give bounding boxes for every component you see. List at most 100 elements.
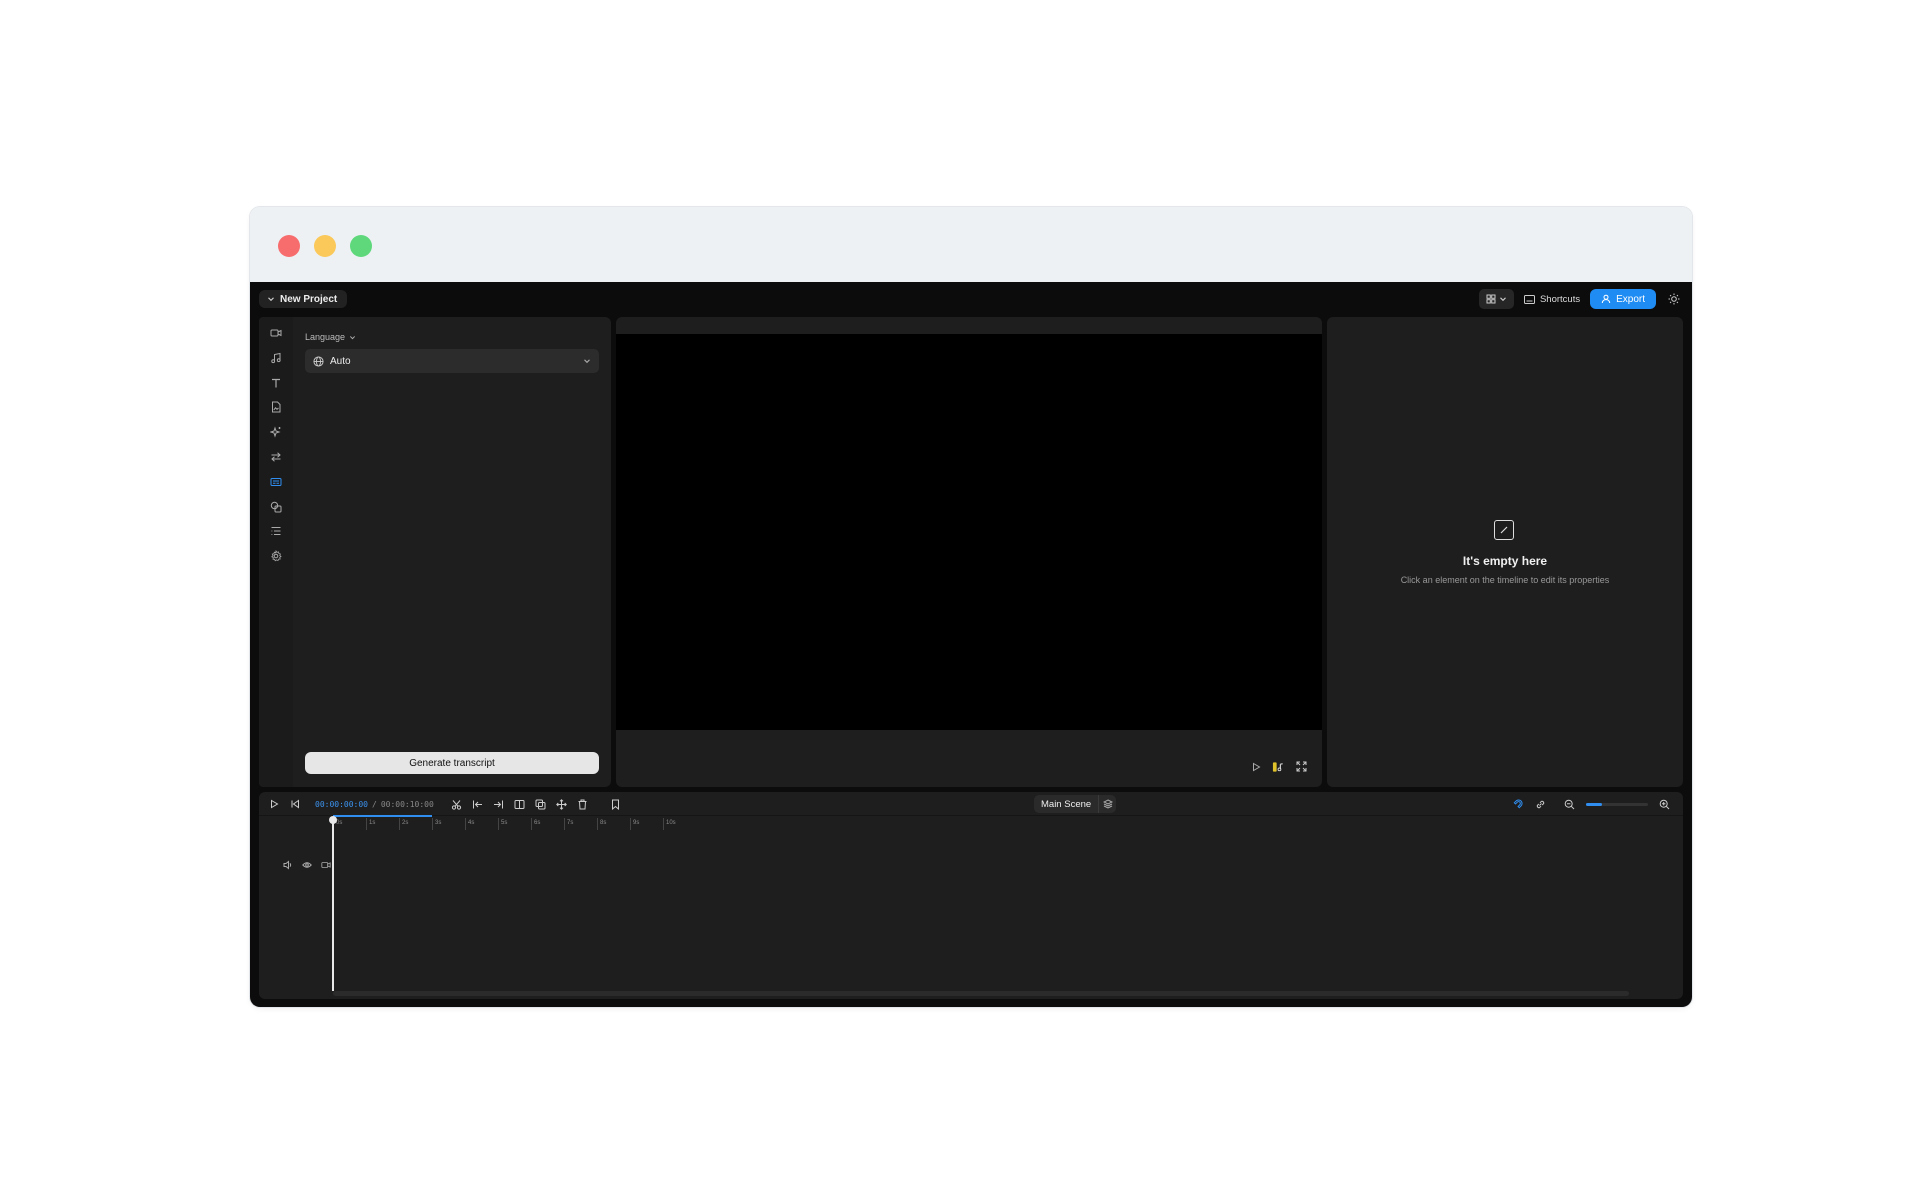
sidebar-item-templates[interactable] bbox=[267, 522, 285, 540]
shapes-icon bbox=[270, 501, 282, 513]
magnet-snap-button[interactable] bbox=[1511, 798, 1524, 811]
sidebar-item-effects[interactable] bbox=[267, 423, 285, 441]
scene-selector[interactable]: Main Scene bbox=[1034, 795, 1117, 813]
ruler-tick: 3s bbox=[432, 818, 441, 830]
playhead-handle[interactable] bbox=[329, 816, 337, 824]
editor-app: New Project Shortcuts Export Language Au… bbox=[250, 282, 1692, 1007]
layers-button[interactable] bbox=[1098, 795, 1116, 813]
zoom-slider-fill bbox=[1586, 802, 1602, 806]
split-button[interactable] bbox=[450, 798, 463, 811]
language-value: Auto bbox=[330, 355, 351, 367]
total-time: 00:00:10:00 bbox=[380, 799, 434, 809]
captions-panel: Language Auto Generate transcript bbox=[293, 317, 611, 787]
timeline-play-button[interactable] bbox=[267, 798, 280, 811]
user-icon bbox=[1601, 294, 1611, 304]
ruler-progress-bar bbox=[333, 815, 432, 817]
sidebar-item-captions[interactable] bbox=[267, 473, 285, 491]
sidebar-item-video[interactable] bbox=[267, 324, 285, 342]
theme-toggle-button[interactable] bbox=[1666, 291, 1682, 307]
trim-end-button[interactable] bbox=[492, 798, 505, 811]
fullscreen-icon bbox=[1296, 761, 1307, 772]
playhead[interactable] bbox=[332, 819, 334, 991]
timeline-right-tools bbox=[1511, 797, 1671, 811]
preview-canvas[interactable] bbox=[616, 334, 1322, 730]
sun-icon bbox=[1668, 293, 1680, 305]
skip-back-button[interactable] bbox=[288, 798, 301, 811]
move-button[interactable] bbox=[555, 798, 568, 811]
zoom-in-button[interactable] bbox=[1658, 798, 1671, 811]
time-separator: / bbox=[371, 799, 377, 809]
bookmark-button[interactable] bbox=[609, 798, 622, 811]
columns-icon bbox=[514, 799, 525, 809]
skip-back-icon bbox=[291, 799, 299, 809]
ruler-tick: 2s bbox=[399, 818, 408, 830]
delete-button[interactable] bbox=[576, 798, 589, 811]
mute-track-button[interactable] bbox=[281, 858, 294, 871]
sidebar-item-settings[interactable] bbox=[267, 547, 285, 565]
preview-panel bbox=[616, 317, 1322, 787]
ruler-tick: 9s bbox=[630, 818, 639, 830]
timeline-scrollbar[interactable] bbox=[333, 991, 1629, 996]
current-time: 00:00:00:00 bbox=[315, 799, 368, 809]
generate-transcript-button[interactable]: Generate transcript bbox=[305, 752, 599, 774]
minimize-window-button[interactable] bbox=[314, 235, 336, 257]
toggle-visibility-button[interactable] bbox=[300, 858, 313, 871]
chevron-down-icon bbox=[268, 297, 274, 302]
maximize-window-button[interactable] bbox=[350, 235, 372, 257]
ruler-tick: 1s bbox=[366, 818, 375, 830]
ruler-tick: 10s bbox=[663, 818, 676, 830]
tool-sidebar bbox=[259, 317, 293, 787]
layers-icon bbox=[1102, 799, 1113, 809]
music-icon bbox=[271, 352, 281, 364]
image-icon bbox=[272, 401, 281, 413]
timeline-left-tools: 00:00:00:00 / 00:00:10:00 bbox=[267, 797, 622, 811]
project-name: New Project bbox=[280, 293, 338, 305]
volume-icon bbox=[283, 859, 291, 870]
language-select[interactable]: Auto bbox=[305, 349, 599, 373]
preview-play-button[interactable] bbox=[1249, 760, 1262, 773]
captions-icon bbox=[270, 478, 282, 486]
chevron-down-icon bbox=[350, 335, 356, 339]
zoom-in-icon bbox=[1659, 799, 1670, 809]
sidebar-item-elements[interactable] bbox=[267, 498, 285, 516]
copy-icon bbox=[535, 799, 546, 809]
layout-button[interactable] bbox=[1478, 289, 1514, 309]
time-ruler[interactable]: 0s 1s 2s 3s 4s 5s 6s 7s 8s 9s 10s bbox=[333, 818, 1673, 830]
zoom-out-button[interactable] bbox=[1563, 798, 1576, 811]
link-button[interactable] bbox=[1534, 798, 1547, 811]
trash-icon bbox=[578, 799, 587, 809]
timecode-display: 00:00:00:00 / 00:00:10:00 bbox=[315, 800, 434, 809]
close-window-button[interactable] bbox=[278, 235, 300, 257]
sidebar-item-audio[interactable] bbox=[267, 349, 285, 367]
chevron-down-icon bbox=[1500, 297, 1506, 302]
sidebar-item-transitions[interactable] bbox=[267, 448, 285, 466]
chevron-down-icon bbox=[584, 359, 590, 364]
scene-label: Main Scene bbox=[1041, 798, 1092, 810]
transition-icon bbox=[271, 452, 281, 462]
project-menu-button[interactable]: New Project bbox=[259, 290, 348, 308]
language-dropdown-toggle[interactable]: Language bbox=[305, 332, 356, 342]
link-icon bbox=[1536, 800, 1545, 808]
trim-start-button[interactable] bbox=[471, 798, 484, 811]
ruler-tick: 4s bbox=[465, 818, 474, 830]
top-bar: New Project Shortcuts Export bbox=[250, 282, 1692, 316]
sidebar-item-text[interactable] bbox=[267, 374, 285, 392]
sidebar-item-image[interactable] bbox=[267, 398, 285, 416]
ruler-tick: 7s bbox=[564, 818, 573, 830]
ruler-tick: 5s bbox=[498, 818, 507, 830]
zoom-slider[interactable] bbox=[1586, 802, 1648, 806]
fullscreen-button[interactable] bbox=[1295, 760, 1308, 773]
ruler-tick: 8s bbox=[597, 818, 606, 830]
aspect-ratio-button[interactable] bbox=[1272, 760, 1285, 773]
export-button[interactable]: Export bbox=[1590, 289, 1656, 309]
aspect-ratio-icon bbox=[1272, 761, 1283, 772]
zoom-out-icon bbox=[1564, 799, 1575, 809]
language-label: Language bbox=[305, 332, 346, 342]
track-type-button[interactable] bbox=[319, 858, 332, 871]
split-view-button[interactable] bbox=[513, 798, 526, 811]
trim-end-icon bbox=[493, 800, 503, 808]
duplicate-button[interactable] bbox=[534, 798, 547, 811]
magnet-icon bbox=[1513, 798, 1523, 808]
shortcuts-button[interactable]: Shortcuts bbox=[1523, 294, 1580, 305]
timeline-toolbar: 00:00:00:00 / 00:00:10:00 Main Scene bbox=[259, 792, 1683, 816]
